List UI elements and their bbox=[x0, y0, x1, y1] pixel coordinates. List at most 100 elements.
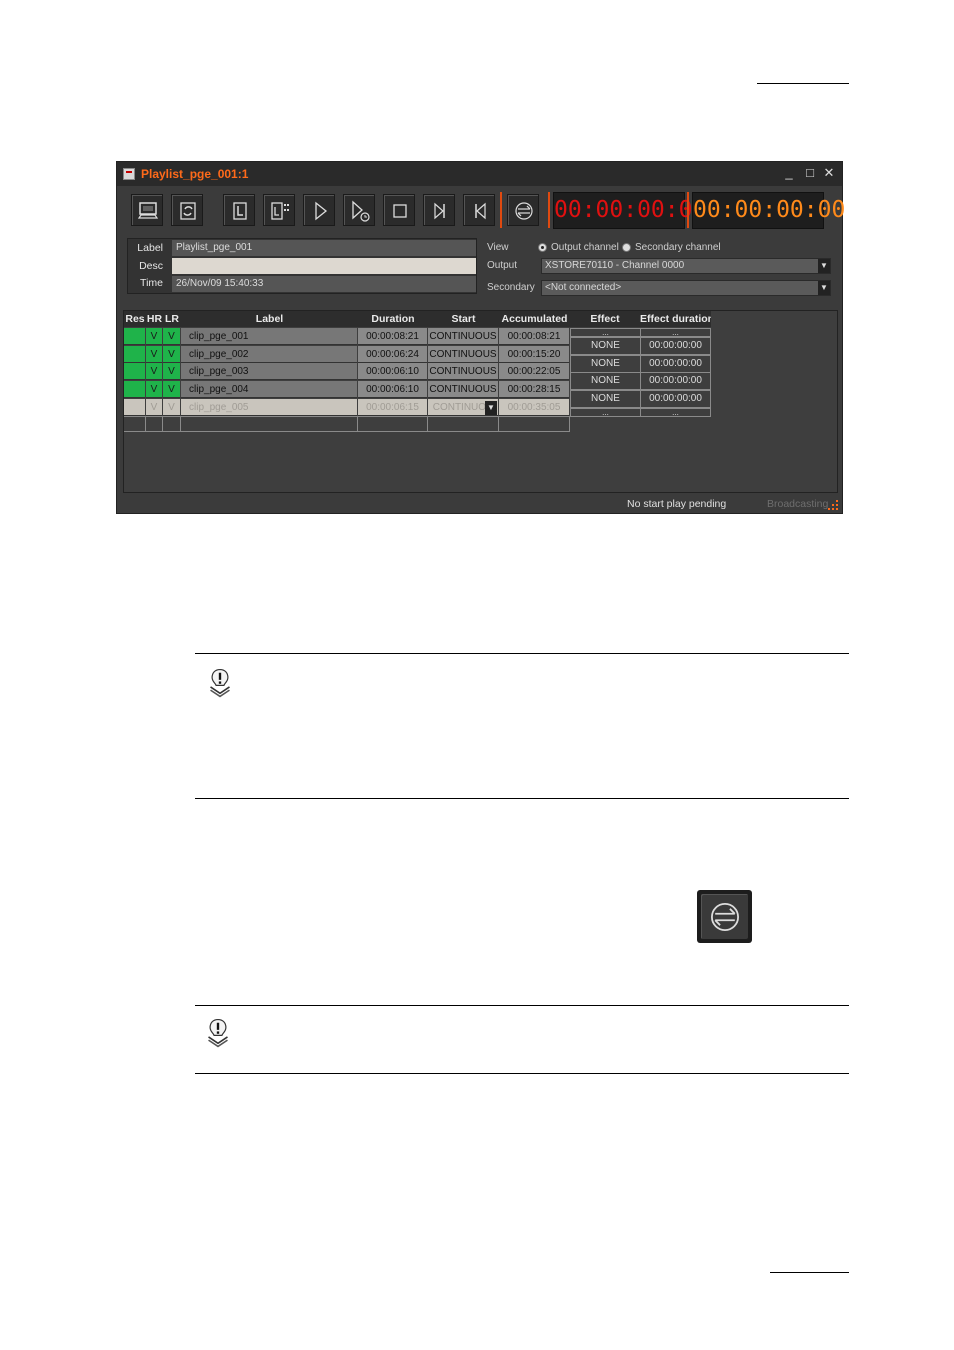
sync-icon bbox=[515, 202, 533, 220]
monitor-icon bbox=[137, 202, 159, 219]
start-cell: CONTINUOUS bbox=[428, 345, 498, 363]
duration-cell: 00:00:06:15 bbox=[358, 398, 427, 416]
label-cell: clip_pge_001 bbox=[181, 328, 357, 345]
timecode-current: 00:00:00:00 bbox=[553, 192, 706, 229]
column-header-effect-duration[interactable]: Effect duration bbox=[640, 311, 711, 327]
clip-list-icon bbox=[271, 202, 289, 220]
title-bar[interactable]: Playlist_pge_001:1 _ □ ✕ bbox=[117, 162, 842, 186]
column-header-accumulated[interactable]: Accumulated bbox=[499, 311, 570, 327]
effect-cell[interactable]: NONE bbox=[570, 337, 641, 355]
minimize-button[interactable]: _ bbox=[781, 165, 797, 181]
duration-cell: 00:00:06:10 bbox=[358, 363, 427, 381]
desc-caption: Desc bbox=[139, 260, 163, 272]
effect-cell[interactable]: NONE bbox=[570, 390, 641, 408]
label-caption: Label bbox=[137, 242, 163, 254]
sync-button[interactable] bbox=[507, 194, 539, 226]
refresh-icon bbox=[180, 202, 196, 220]
hr-cell: V bbox=[146, 363, 162, 381]
secondary-caption: Secondary bbox=[487, 282, 535, 293]
column-header-lr[interactable]: LR bbox=[163, 311, 181, 327]
effect-duration-cell[interactable]: 00:00:00:00 bbox=[640, 355, 711, 373]
playlist-icon bbox=[123, 168, 135, 180]
monitor-button[interactable] bbox=[131, 194, 163, 226]
effect-cell[interactable]: NONE bbox=[570, 372, 641, 390]
hr-cell: V bbox=[146, 328, 162, 345]
res-cell bbox=[124, 328, 145, 345]
hr-cell: V bbox=[146, 345, 162, 363]
secondary-channel-label: Secondary channel bbox=[635, 242, 721, 253]
note-rule-bottom bbox=[195, 1073, 849, 1074]
time-caption: Time bbox=[140, 277, 163, 289]
empty-row[interactable] bbox=[124, 416, 570, 432]
play-icon bbox=[315, 201, 328, 221]
broadcasting-status: Broadcasting bbox=[767, 498, 829, 510]
load-icon bbox=[233, 202, 247, 220]
view-caption: View bbox=[487, 242, 509, 253]
playlist-window: Playlist_pge_001:1 _ □ ✕ 00:00:00:00 00:… bbox=[116, 161, 845, 514]
effect-duration-cell[interactable]: 00:00:00:00 bbox=[640, 337, 711, 355]
column-header-hr[interactable]: HR bbox=[146, 311, 163, 327]
effect-cell[interactable]: ... bbox=[570, 328, 641, 337]
desc-field[interactable] bbox=[172, 258, 476, 274]
column-header-start[interactable]: Start bbox=[428, 311, 499, 327]
chevron-down-icon[interactable]: ▼ bbox=[818, 281, 830, 295]
accumulated-cell: 00:00:22:05 bbox=[499, 363, 569, 381]
column-header-effect[interactable]: Effect bbox=[570, 311, 640, 327]
start-dropdown-icon[interactable]: ▼ bbox=[485, 400, 497, 415]
lr-cell: V bbox=[163, 328, 180, 345]
secondary-select[interactable]: <Not connected> ▼ bbox=[541, 280, 831, 296]
hr-cell: V bbox=[146, 398, 162, 416]
column-header-label[interactable]: Label bbox=[181, 311, 358, 327]
effect-duration-cell[interactable]: ... bbox=[640, 328, 711, 337]
time-field: 26/Nov/09 15:40:33 bbox=[172, 276, 476, 292]
load-button[interactable] bbox=[223, 194, 255, 226]
playlist-grid: Res HR LR Label Duration Start Accumulat… bbox=[123, 310, 838, 493]
label-cell: clip_pge_005 bbox=[181, 398, 357, 416]
accumulated-cell: 00:00:28:15 bbox=[499, 381, 569, 399]
start-cell: CONTINUOUS bbox=[428, 328, 498, 345]
play-button[interactable] bbox=[303, 194, 335, 226]
sync-icon bbox=[711, 903, 739, 931]
window-title: Playlist_pge_001:1 bbox=[141, 167, 249, 181]
label-field[interactable]: Playlist_pge_001 bbox=[172, 240, 476, 256]
effect-duration-cell[interactable]: 00:00:00:00 bbox=[640, 390, 711, 408]
label-cell: clip_pge_003 bbox=[181, 363, 357, 381]
next-clip-button[interactable] bbox=[423, 194, 455, 226]
label-cell: clip_pge_004 bbox=[181, 381, 357, 399]
play-at-time-button[interactable] bbox=[343, 194, 375, 226]
timecode-remaining: 00:00:00:00 bbox=[692, 192, 845, 229]
clip-list-button[interactable] bbox=[263, 194, 295, 226]
skip-back-icon bbox=[475, 202, 486, 220]
lr-cell: V bbox=[163, 345, 180, 363]
header-rule bbox=[757, 83, 849, 84]
lr-cell: V bbox=[163, 398, 180, 416]
close-button[interactable]: ✕ bbox=[821, 165, 837, 181]
resize-grip-icon[interactable] bbox=[828, 500, 838, 510]
start-cell: CONTINUOUS bbox=[428, 363, 498, 381]
previous-clip-button[interactable] bbox=[463, 194, 495, 226]
sync-icon-illustration bbox=[697, 890, 752, 943]
effect-duration-cell[interactable]: 00:00:00:00 bbox=[640, 372, 711, 390]
output-select[interactable]: XSTORE70110 - Channel 0000 ▼ bbox=[541, 258, 831, 274]
note-rule-top bbox=[195, 653, 849, 654]
effect-cell[interactable]: ... bbox=[570, 408, 641, 417]
footer-rule bbox=[770, 1272, 849, 1273]
stop-button[interactable] bbox=[383, 194, 415, 226]
output-channel-radio[interactable] bbox=[538, 243, 547, 252]
lr-cell: V bbox=[163, 381, 180, 399]
toolbar-separator bbox=[500, 192, 502, 228]
lr-cell: V bbox=[163, 363, 180, 381]
column-header-duration[interactable]: Duration bbox=[358, 311, 428, 327]
skip-forward-icon bbox=[434, 202, 445, 220]
secondary-channel-radio[interactable] bbox=[622, 243, 631, 252]
maximize-button[interactable]: □ bbox=[802, 165, 818, 181]
accumulated-cell: 00:00:15:20 bbox=[499, 345, 569, 363]
effect-duration-cell[interactable]: ... bbox=[640, 408, 711, 417]
refresh-button[interactable] bbox=[171, 194, 203, 226]
note-rule-bottom bbox=[195, 798, 849, 799]
column-header-res[interactable]: Res bbox=[124, 311, 146, 327]
chevron-down-icon[interactable]: ▼ bbox=[818, 259, 830, 273]
accumulated-cell: 00:00:08:21 bbox=[499, 328, 569, 345]
effect-cell[interactable]: NONE bbox=[570, 355, 641, 373]
label-cell: clip_pge_002 bbox=[181, 345, 357, 363]
